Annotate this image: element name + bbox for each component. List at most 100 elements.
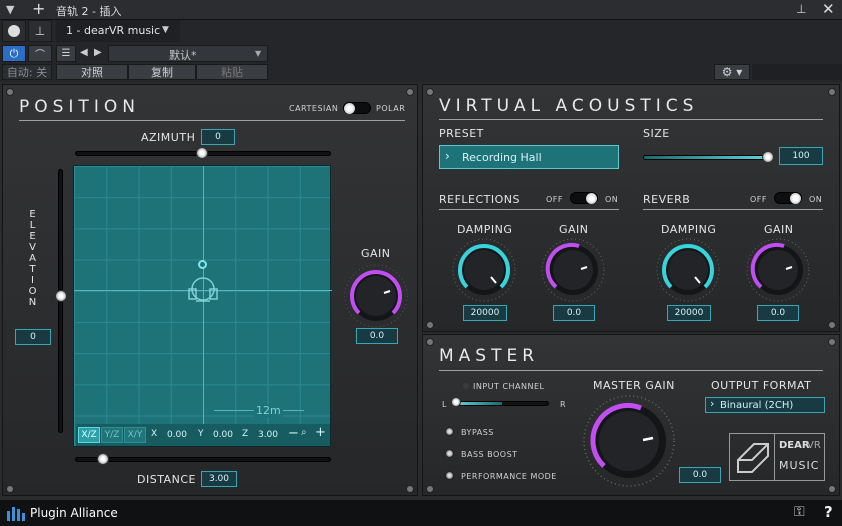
plugin-slot-select[interactable]: 1 - dearVR music ▼ (56, 20, 180, 42)
performance-mode-label: PERFORMANCE MODE (461, 472, 557, 481)
virtual-acoustics-panel: VIRTUAL ACOUSTICS PRESET › Recording Hal… (422, 84, 840, 332)
auto-button[interactable]: 自动: 关 (2, 64, 52, 80)
screw-icon (828, 338, 836, 346)
brand-label: Plugin Alliance (30, 506, 118, 520)
screw-icon (828, 485, 836, 493)
view-xy-label: X/Y (127, 430, 143, 440)
compare-button[interactable]: 对照 (56, 64, 128, 80)
polar-label: POLAR (376, 104, 406, 113)
input-channel-handle[interactable] (451, 397, 461, 407)
reflections-gain-value: 0.0 (566, 308, 582, 318)
reflections-gain-field[interactable]: 0.0 (553, 305, 595, 321)
paste-button[interactable]: 粘贴 (196, 64, 268, 80)
size-value: 100 (792, 151, 810, 161)
position-gain-label: GAIN (361, 247, 391, 260)
view-yz-button[interactable]: Y/Z (101, 427, 123, 443)
view-xy-button[interactable]: X/Y (124, 427, 146, 443)
azimuth-field[interactable]: 0 (201, 129, 235, 145)
output-format-select[interactable]: › Binaural (2CH) (705, 397, 825, 413)
size-slider-handle[interactable] (762, 151, 774, 163)
reverb-toggle[interactable] (774, 192, 802, 204)
plugin-body: POSITION CARTESIAN POLAR AZIMUTH 0 ELEVA… (0, 82, 842, 500)
reverb-damping-field[interactable]: 20000 (667, 305, 711, 321)
compare-label: 对照 (81, 66, 103, 79)
reflections-gain-knob[interactable] (540, 237, 606, 303)
cartesian-polar-toggle[interactable] (343, 102, 371, 114)
distance-slider[interactable] (75, 457, 331, 462)
zoom-search-icon[interactable]: ⌕ (301, 427, 307, 438)
dearvr-music-logo: DEAR VR MUSIC (729, 433, 825, 481)
screw-icon (828, 88, 836, 96)
input-channel-led (463, 383, 469, 389)
room-preset-select[interactable]: › Recording Hall (439, 145, 619, 169)
reverb-gain-field[interactable]: 0.0 (757, 305, 799, 321)
screw-icon (406, 485, 414, 493)
zoom-plus-button[interactable]: + (315, 425, 326, 440)
track-title: 音轨 2 - 插入 (56, 5, 122, 18)
prev-preset-icon[interactable]: ◀ (80, 47, 88, 58)
size-field[interactable]: 100 (779, 147, 823, 165)
help-button[interactable]: ? (824, 503, 833, 521)
key-icon[interactable]: ⚿ (794, 504, 805, 520)
azimuth-slider-handle[interactable] (196, 147, 208, 159)
elevation-slider-handle[interactable] (55, 290, 67, 302)
footer-bar: Plugin Alliance ⚿ ? (0, 500, 842, 526)
close-icon[interactable]: ✕ (822, 0, 835, 18)
distance-field[interactable]: 3.00 (201, 471, 237, 487)
copy-button[interactable]: 复制 (128, 64, 196, 80)
reflections-toggle[interactable] (570, 192, 598, 204)
reflections-gain-label: GAIN (559, 223, 589, 236)
monitor-button[interactable]: ⌒ (28, 45, 52, 62)
sound-source-icon[interactable] (198, 260, 207, 269)
position-gain-knob[interactable] (343, 263, 409, 329)
distance-slider-handle[interactable] (97, 453, 109, 465)
position-gain-field[interactable]: 0.0 (356, 328, 398, 344)
reverb-damping-knob[interactable] (655, 237, 721, 303)
elevation-value: 0 (30, 332, 36, 342)
logo-divider (774, 434, 775, 480)
size-slider[interactable] (643, 155, 769, 160)
y-field[interactable]: 0.00 (207, 427, 239, 443)
elevation-field[interactable]: 0 (15, 329, 51, 345)
routing-icon-button[interactable]: ⊥ (28, 20, 52, 42)
reflections-on-label: ON (605, 195, 619, 204)
master-title: MASTER (439, 346, 540, 366)
x-field[interactable]: 0.00 (161, 427, 193, 443)
screw-icon (406, 88, 414, 96)
settings-button[interactable]: ⚙ ▾ (714, 64, 750, 80)
next-preset-icon[interactable]: ▶ (94, 47, 102, 58)
performance-mode-radio[interactable] (445, 471, 454, 480)
position-grid[interactable]: 12m X/Z Y/Z X/Y X 0.00 Y 0.00 Z 3.00 − ⌕… (73, 165, 332, 447)
menu-arrow-icon[interactable]: ▼ (6, 3, 14, 16)
headphone-icon: ⌒ (35, 50, 45, 61)
bass-boost-radio[interactable] (445, 449, 454, 458)
screw-icon (6, 88, 14, 96)
bypass-radio[interactable] (445, 427, 454, 436)
logo-music-text: MUSIC (779, 459, 820, 472)
master-gain-value: 0.0 (692, 470, 708, 480)
z-field[interactable]: 3.00 (252, 427, 284, 443)
reverb-gain-knob[interactable] (745, 237, 811, 303)
pin-icon[interactable]: ⊥ (796, 2, 806, 16)
master-gain-knob[interactable] (581, 393, 677, 489)
reflections-off-label: OFF (546, 195, 563, 204)
preset-menu-button[interactable]: ☰ (56, 45, 76, 62)
paste-label: 粘贴 (221, 66, 243, 79)
reflections-damping-field[interactable]: 20000 (463, 305, 507, 321)
plugin-icon-button[interactable] (2, 20, 26, 42)
power-button[interactable]: ⏻ (2, 45, 26, 62)
grid-toolbar: X/Z Y/Z X/Y X 0.00 Y 0.00 Z 3.00 − ⌕ + (76, 424, 330, 446)
room-preset-value: Recording Hall (462, 151, 542, 164)
view-xz-button[interactable]: X/Z (78, 427, 100, 443)
preset-select[interactable]: 默认* ▼ (108, 45, 268, 62)
add-icon[interactable]: + (32, 0, 45, 18)
zoom-minus-button[interactable]: − (288, 426, 299, 441)
reflections-damping-knob[interactable] (451, 237, 517, 303)
x-label: X (151, 429, 158, 439)
input-channel-slider[interactable] (455, 401, 549, 406)
host-right-field (752, 64, 842, 80)
scale-label: 12m (254, 404, 283, 417)
reflections-label: REFLECTIONS (439, 193, 521, 206)
master-gain-field[interactable]: 0.0 (679, 467, 721, 483)
master-gain-label: MASTER GAIN (593, 379, 675, 392)
